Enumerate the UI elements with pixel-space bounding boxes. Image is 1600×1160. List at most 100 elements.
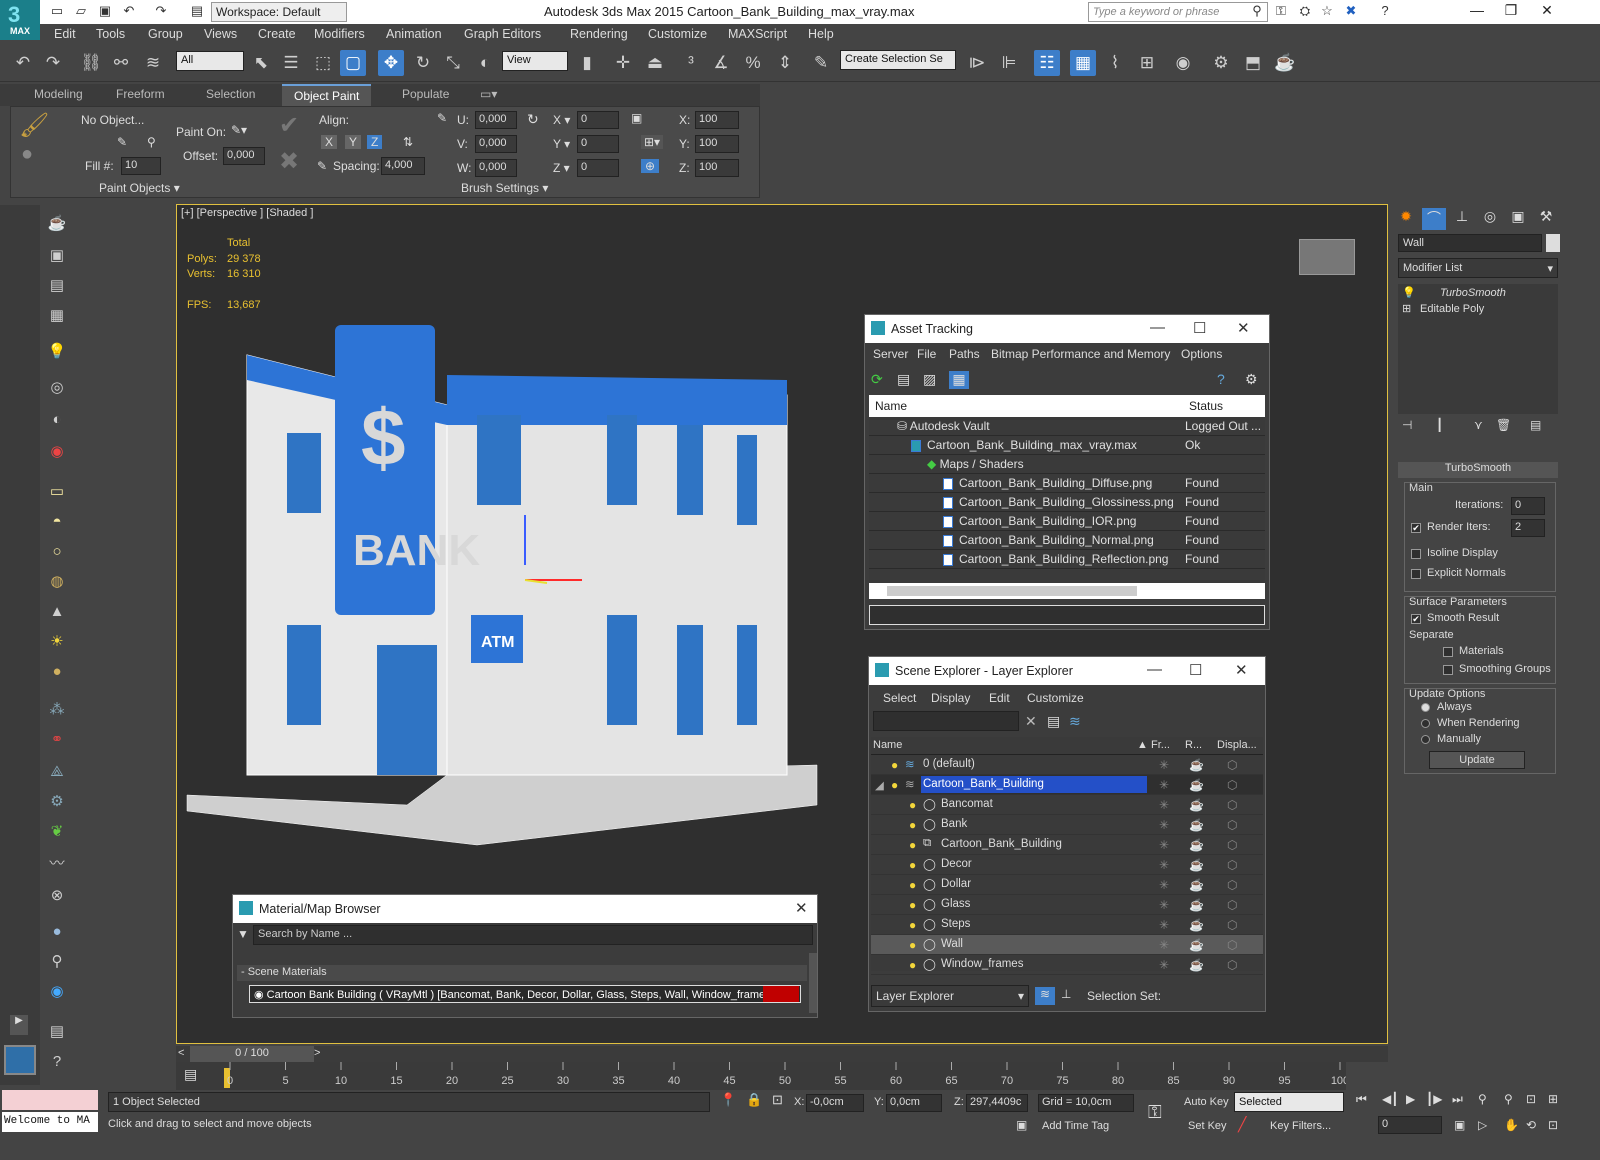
- close-button[interactable]: ✕: [1530, 2, 1564, 22]
- list-view-icon[interactable]: ▤: [897, 371, 910, 388]
- menu-graph-editors[interactable]: Graph Editors: [464, 27, 541, 41]
- menu-options[interactable]: Options: [1181, 347, 1222, 361]
- brush-settings-section[interactable]: Brush Settings ▾: [461, 181, 548, 195]
- sphere-half-icon[interactable]: ◐: [46, 409, 68, 431]
- workspace-dropdown[interactable]: Workspace: Default: [211, 2, 347, 22]
- horizontal-scrollbar[interactable]: [869, 583, 1265, 599]
- rotate-icon[interactable]: ↻: [410, 50, 436, 76]
- scene-materials-group[interactable]: - Scene Materials: [237, 965, 807, 981]
- current-frame-field[interactable]: 0: [1378, 1116, 1442, 1134]
- make-unique-icon[interactable]: ⋎: [1474, 418, 1483, 432]
- reference-coord-dropdown[interactable]: View: [502, 51, 568, 71]
- scale-z-field[interactable]: 100: [695, 159, 739, 177]
- hierarchy-tab-icon[interactable]: ⊥: [1450, 208, 1474, 230]
- grid-icon[interactable]: ▦: [46, 305, 68, 327]
- display-box-icon[interactable]: ⬡: [1227, 838, 1237, 852]
- maximize-button[interactable]: ☐: [1189, 661, 1202, 679]
- spinner-snap-icon[interactable]: ⇕: [772, 50, 798, 76]
- particles-icon[interactable]: ⁂: [46, 699, 68, 721]
- light-bulb-icon[interactable]: ●: [909, 958, 919, 972]
- undo-icon[interactable]: ↶: [120, 3, 138, 21]
- key-selection-dropdown[interactable]: Selected: [1234, 1092, 1344, 1112]
- modifier-list-dropdown[interactable]: Modifier List ▾: [1398, 258, 1558, 278]
- tab-selection[interactable]: Selection: [206, 87, 255, 101]
- scene-explorer-icon[interactable]: ▦: [1070, 50, 1096, 76]
- minimize-button[interactable]: —: [1147, 661, 1162, 678]
- light-bulb-icon[interactable]: ●: [891, 778, 901, 792]
- auto-key-button[interactable]: Auto Key: [1184, 1096, 1229, 1108]
- minimize-button[interactable]: —: [1150, 319, 1165, 336]
- redo-icon[interactable]: ↷: [40, 50, 66, 76]
- material-browser-titlebar[interactable]: Material/Map Browser ✕: [233, 895, 817, 923]
- render-teapot-icon[interactable]: ☕: [1189, 758, 1204, 772]
- menu-paths[interactable]: Paths: [949, 347, 980, 361]
- menu-select[interactable]: Select: [883, 691, 916, 705]
- render-teapot-icon[interactable]: ☕: [1189, 918, 1204, 932]
- object-name-field[interactable]: Wall: [1398, 234, 1542, 252]
- rotate-y-field[interactable]: 0: [577, 135, 619, 153]
- materials-checkbox[interactable]: [1443, 647, 1453, 657]
- link-icon[interactable]: ⛓: [78, 50, 104, 76]
- add-to-layer-icon[interactable]: ≋: [1069, 713, 1081, 730]
- create-tab-icon[interactable]: ✹: [1394, 208, 1418, 230]
- settings-icon[interactable]: ⚙: [1245, 371, 1258, 388]
- asset-tracking-titlebar[interactable]: Asset Tracking — ☐ ✕: [865, 315, 1269, 343]
- teapot-icon[interactable]: ☕: [46, 213, 68, 235]
- bind-spacewarp-icon[interactable]: ≋: [140, 50, 166, 76]
- keyboard-shortcut-icon[interactable]: ⏏: [642, 50, 668, 76]
- menu-tools[interactable]: Tools: [96, 27, 125, 41]
- render-iters-field[interactable]: 2: [1511, 519, 1545, 537]
- select-manipulate-icon[interactable]: ✛: [610, 50, 636, 76]
- unlink-icon[interactable]: ⚯: [108, 50, 134, 76]
- update-button[interactable]: Update: [1429, 751, 1525, 769]
- motion-tab-icon[interactable]: ◎: [1478, 208, 1502, 230]
- menu-edit[interactable]: Edit: [54, 27, 76, 41]
- explicit-normals-checkbox[interactable]: [1411, 569, 1421, 579]
- object-color-swatch[interactable]: [1546, 234, 1560, 252]
- freeze-icon[interactable]: ✳: [1159, 758, 1169, 772]
- render-teapot-icon[interactable]: ☕: [1189, 878, 1204, 892]
- maximize-viewport-icon[interactable]: ⊡: [1548, 1118, 1558, 1132]
- undo-icon[interactable]: ↶: [10, 50, 36, 76]
- display-box-icon[interactable]: ⬡: [1227, 758, 1237, 772]
- geosphere-icon[interactable]: ◍: [46, 571, 68, 593]
- hierarchy-icon[interactable]: ⊥: [1061, 987, 1071, 1001]
- globe-icon[interactable]: ◉: [46, 981, 68, 1003]
- render-teapot-icon[interactable]: ☕: [1189, 858, 1204, 872]
- named-selection-set-dropdown[interactable]: Create Selection Se: [840, 50, 956, 70]
- network-icon[interactable]: ⛭: [1296, 3, 1314, 21]
- scale-uniform-icon[interactable]: ⊞▾: [641, 135, 664, 149]
- maxscript-mini-listener[interactable]: Welcome to MA: [2, 1112, 98, 1132]
- render-teapot-icon[interactable]: ☕: [1189, 798, 1204, 812]
- display-box-icon[interactable]: ⬡: [1227, 938, 1237, 952]
- configure-sets-icon[interactable]: ▤: [1530, 418, 1541, 432]
- snaps-toggle-icon[interactable]: ³: [678, 50, 704, 76]
- search-input[interactable]: Type a keyword or phrase: [1088, 2, 1268, 22]
- percent-snap-icon[interactable]: %: [740, 50, 766, 76]
- tab-freeform[interactable]: Freeform: [116, 87, 165, 101]
- menu-animation[interactable]: Animation: [386, 27, 442, 41]
- freeze-icon[interactable]: ✳: [1159, 878, 1169, 892]
- expand-plus-icon[interactable]: ⊞: [1402, 302, 1411, 315]
- isolate-pin-icon[interactable]: 📍: [720, 1092, 736, 1108]
- add-time-tag[interactable]: Add Time Tag: [1042, 1120, 1109, 1132]
- pin-stack-icon[interactable]: ⊣: [1402, 418, 1412, 432]
- curve-editor-icon[interactable]: ⌇: [1102, 50, 1128, 76]
- vertical-scrollbar[interactable]: [809, 953, 817, 1013]
- display-box-icon[interactable]: ⬡: [1227, 878, 1237, 892]
- light-bulb-icon[interactable]: ●: [891, 758, 901, 772]
- light-bulb-icon[interactable]: ●: [909, 938, 919, 952]
- render-teapot-icon[interactable]: ☕: [1189, 898, 1204, 912]
- list-item[interactable]: ● ≋ 0 (default) ✳ ☕ ⬡: [871, 755, 1263, 775]
- fill-number-field[interactable]: 10: [121, 157, 161, 175]
- col-name[interactable]: Name: [875, 399, 907, 413]
- binoculars-icon[interactable]: ⚲: [1248, 3, 1266, 21]
- app-logo[interactable]: 3 MAX: [0, 0, 40, 40]
- freeze-icon[interactable]: ✳: [1159, 818, 1169, 832]
- align-label[interactable]: Align:: [319, 113, 349, 127]
- select-object-icon[interactable]: ⬉: [248, 50, 274, 76]
- sun-icon[interactable]: ☀: [46, 631, 68, 653]
- u-field[interactable]: 0,000: [475, 111, 517, 129]
- v-field[interactable]: 0,000: [475, 135, 517, 153]
- material-editor-icon[interactable]: ◉: [1170, 50, 1196, 76]
